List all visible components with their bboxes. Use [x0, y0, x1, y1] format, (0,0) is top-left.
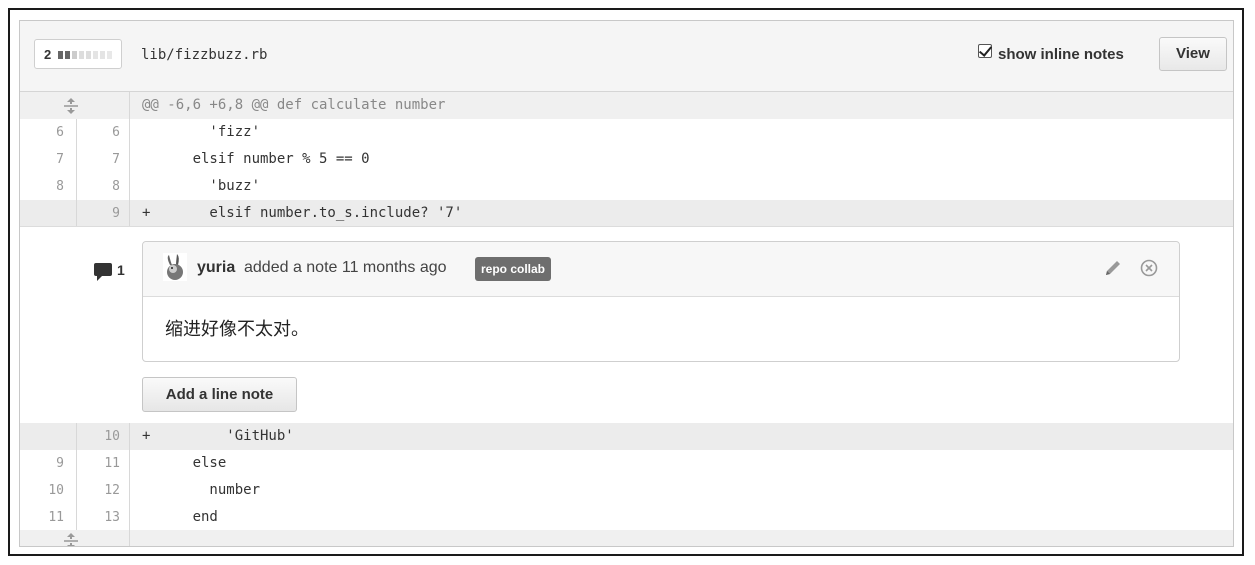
- show-notes-label[interactable]: show inline notes: [998, 46, 1124, 63]
- note-count: 1: [94, 262, 125, 281]
- note-author[interactable]: yuria: [197, 259, 235, 277]
- diff-line: 11 13 end: [20, 504, 1233, 531]
- view-button[interactable]: View: [1159, 37, 1227, 71]
- file-path[interactable]: lib/fizzbuzz.rb: [141, 47, 267, 63]
- line-notes: 1 yuria added a note 11 months ago repo …: [20, 226, 1233, 424]
- screenshot-frame: 2 lib/fizzbuzz.rb show inline notes View: [8, 8, 1244, 556]
- new-line-number[interactable]: 11: [77, 450, 130, 477]
- diff-stat-block: [86, 51, 91, 59]
- code-line: elsif number % 5 == 0: [142, 151, 370, 167]
- code-line: + 'GitHub': [142, 428, 294, 444]
- code-line: + elsif number.to_s.include? '7': [142, 205, 463, 221]
- diff-line: 77 elsif number % 5 == 0: [20, 146, 1233, 173]
- new-line-number[interactable]: 7: [77, 146, 130, 173]
- file-header: 2 lib/fizzbuzz.rb show inline notes View: [20, 21, 1233, 92]
- diff-stat: 2: [34, 39, 122, 69]
- diff-stat-count: 2: [44, 47, 52, 62]
- old-line-number[interactable]: [20, 200, 77, 227]
- new-line-number[interactable]: 6: [77, 119, 130, 146]
- diff-stat-block: [72, 51, 77, 59]
- diff-stat-block: [107, 51, 112, 59]
- note-card: yuria added a note 11 months ago repo co…: [142, 241, 1180, 362]
- code-line: number: [142, 482, 261, 498]
- diff-stat-block: [93, 51, 98, 59]
- hunk-header-row: @@ -6,6 +6,8 @@ def calculate number: [20, 92, 1233, 119]
- old-line-number[interactable]: [20, 423, 77, 450]
- expand-icon[interactable]: [62, 532, 80, 547]
- code-line: else: [142, 455, 227, 471]
- hunk-header-text: @@ -6,6 +6,8 @@ def calculate number: [142, 97, 446, 113]
- note-meta: added a note 11 months ago: [244, 259, 447, 276]
- code-line: 'buzz': [142, 178, 261, 194]
- new-line-number[interactable]: 12: [77, 477, 130, 504]
- role-badge: repo collab: [475, 257, 552, 281]
- old-line-number[interactable]: 7: [20, 146, 77, 173]
- comment-icon: [94, 263, 112, 281]
- expand-row: [20, 530, 1233, 547]
- add-line-note-button[interactable]: Add a line note: [142, 377, 297, 412]
- diff-line: 9 11 else: [20, 450, 1233, 477]
- diff-line: 88 'buzz': [20, 173, 1233, 200]
- note-count-value: 1: [117, 262, 125, 278]
- expand-icon[interactable]: [62, 97, 80, 115]
- code-line: 'fizz': [142, 124, 261, 140]
- old-line-number[interactable]: 9: [20, 450, 77, 477]
- close-circle-icon[interactable]: [1139, 258, 1159, 278]
- diff-line-added: 10 + 'GitHub': [20, 423, 1233, 450]
- diff-stat-block: [65, 51, 70, 59]
- old-line-number[interactable]: 8: [20, 173, 77, 200]
- new-line-number[interactable]: 9: [77, 200, 130, 227]
- diff-file: 2 lib/fizzbuzz.rb show inline notes View: [19, 20, 1234, 547]
- new-line-number[interactable]: 13: [77, 504, 130, 531]
- new-line-number[interactable]: 10: [77, 423, 130, 450]
- new-line-number[interactable]: 8: [77, 173, 130, 200]
- diff-stat-block: [100, 51, 105, 59]
- note-body: 缩进好像不太对。: [165, 319, 309, 340]
- show-notes-checkbox[interactable]: [978, 44, 992, 58]
- diff-stat-block: [79, 51, 84, 59]
- diff-line: 66 'fizz': [20, 119, 1233, 146]
- diff-line-added: 9 + elsif number.to_s.include? '7': [20, 200, 1233, 227]
- note-header: yuria added a note 11 months ago repo co…: [143, 242, 1179, 297]
- old-line-number[interactable]: 6: [20, 119, 77, 146]
- pencil-icon[interactable]: [1101, 258, 1123, 278]
- avatar[interactable]: [163, 253, 187, 281]
- diff-line: 10 12 number: [20, 477, 1233, 504]
- diff-stat-block: [58, 51, 63, 59]
- old-line-number[interactable]: 10: [20, 477, 77, 504]
- code-line: end: [142, 509, 218, 525]
- old-line-number[interactable]: 11: [20, 504, 77, 531]
